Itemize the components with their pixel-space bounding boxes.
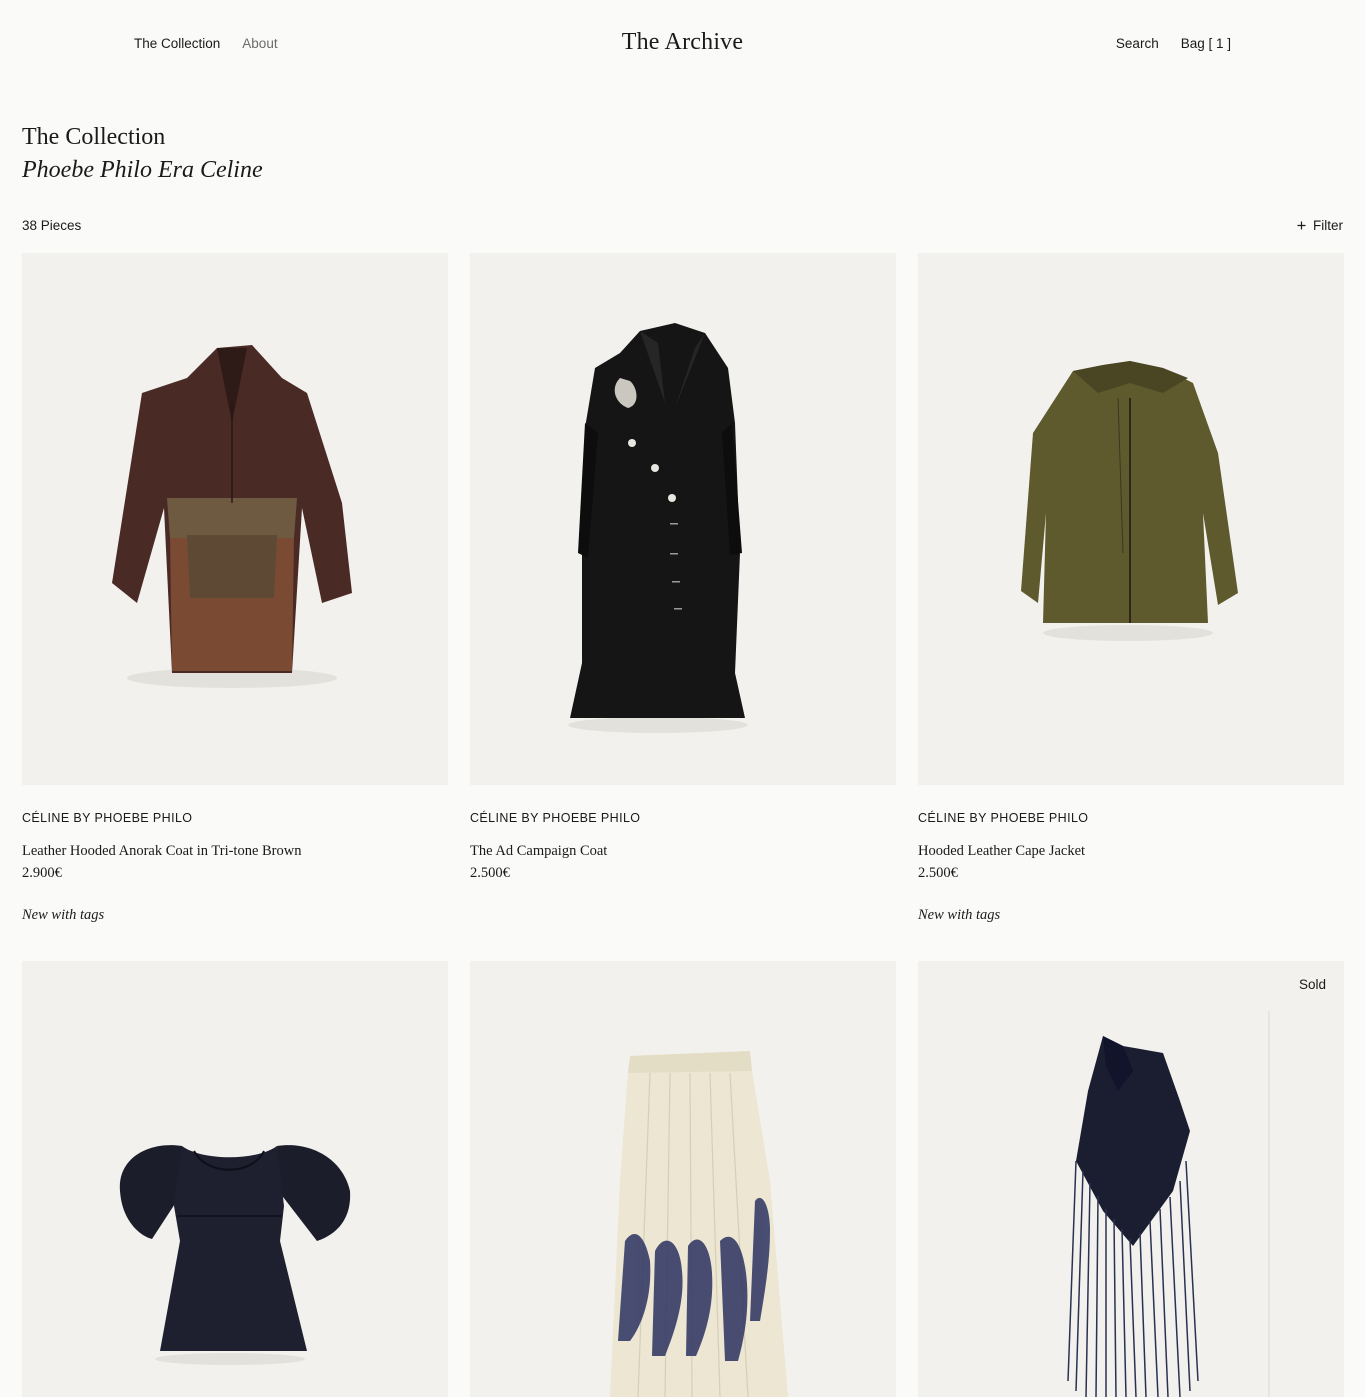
collection-toolbar: 38 Pieces Filter bbox=[22, 218, 1343, 233]
product-price: 2.900€ bbox=[22, 865, 62, 881]
product-brand: CÉLINE BY PHOEBE PHILO bbox=[918, 811, 1089, 825]
page-title: The Collection bbox=[22, 124, 166, 150]
product-image-scarf[interactable]: Sold bbox=[918, 961, 1344, 1397]
product-grid: CÉLINE BY PHOEBE PHILO Leather Hooded An… bbox=[22, 253, 1344, 1397]
product-price: 2.500€ bbox=[918, 865, 958, 881]
filter-label: Filter bbox=[1313, 218, 1343, 233]
product-info: CÉLINE BY PHOEBE PHILO Leather Hooded An… bbox=[22, 785, 448, 961]
product-card[interactable]: CÉLINE BY PHOEBE PHILO Hooded Leather Ca… bbox=[918, 253, 1344, 961]
product-name[interactable]: Hooded Leather Cape Jacket bbox=[918, 842, 1344, 860]
search-link[interactable]: Search bbox=[1116, 36, 1159, 51]
product-info: CÉLINE BY PHOEBE PHILO The Ad Campaign C… bbox=[470, 785, 896, 961]
product-card[interactable]: CÉLINE BY PHOEBE PHILO The Ad Campaign C… bbox=[470, 253, 896, 961]
filter-button[interactable]: Filter bbox=[1297, 218, 1343, 233]
product-name[interactable]: The Ad Campaign Coat bbox=[470, 842, 896, 860]
product-image-jacket[interactable] bbox=[918, 253, 1344, 785]
page-subtitle: Phoebe Philo Era Celine bbox=[22, 157, 263, 183]
collection-heading: The Collection Phoebe Philo Era Celine bbox=[22, 122, 263, 188]
product-image-anorak[interactable] bbox=[22, 253, 448, 785]
product-condition: New with tags bbox=[22, 907, 105, 923]
product-name[interactable]: Leather Hooded Anorak Coat in Tri-tone B… bbox=[22, 842, 448, 860]
sold-badge: Sold bbox=[1298, 977, 1326, 992]
product-brand: CÉLINE BY PHOEBE PHILO bbox=[470, 811, 641, 825]
plus-icon bbox=[1297, 218, 1306, 233]
product-info: CÉLINE BY PHOEBE PHILO Hooded Leather Ca… bbox=[918, 785, 1344, 961]
utility-nav: Search Bag [ 1 ] bbox=[1116, 36, 1231, 51]
product-image-coat[interactable] bbox=[470, 253, 896, 785]
product-card[interactable] bbox=[22, 961, 448, 1397]
product-condition: New with tags bbox=[918, 907, 1001, 923]
product-price: 2.500€ bbox=[470, 865, 510, 881]
bag-link[interactable]: Bag [ 1 ] bbox=[1181, 36, 1231, 51]
product-image-dress[interactable] bbox=[22, 961, 448, 1397]
product-image-skirt[interactable] bbox=[470, 961, 896, 1397]
site-header: The Collection About The Archive Search … bbox=[0, 0, 1365, 90]
product-brand: CÉLINE BY PHOEBE PHILO bbox=[22, 811, 193, 825]
piece-count: 38 Pieces bbox=[22, 218, 82, 233]
product-card[interactable] bbox=[470, 961, 896, 1397]
product-card[interactable]: Sold bbox=[918, 961, 1344, 1397]
product-card[interactable]: CÉLINE BY PHOEBE PHILO Leather Hooded An… bbox=[22, 253, 448, 961]
